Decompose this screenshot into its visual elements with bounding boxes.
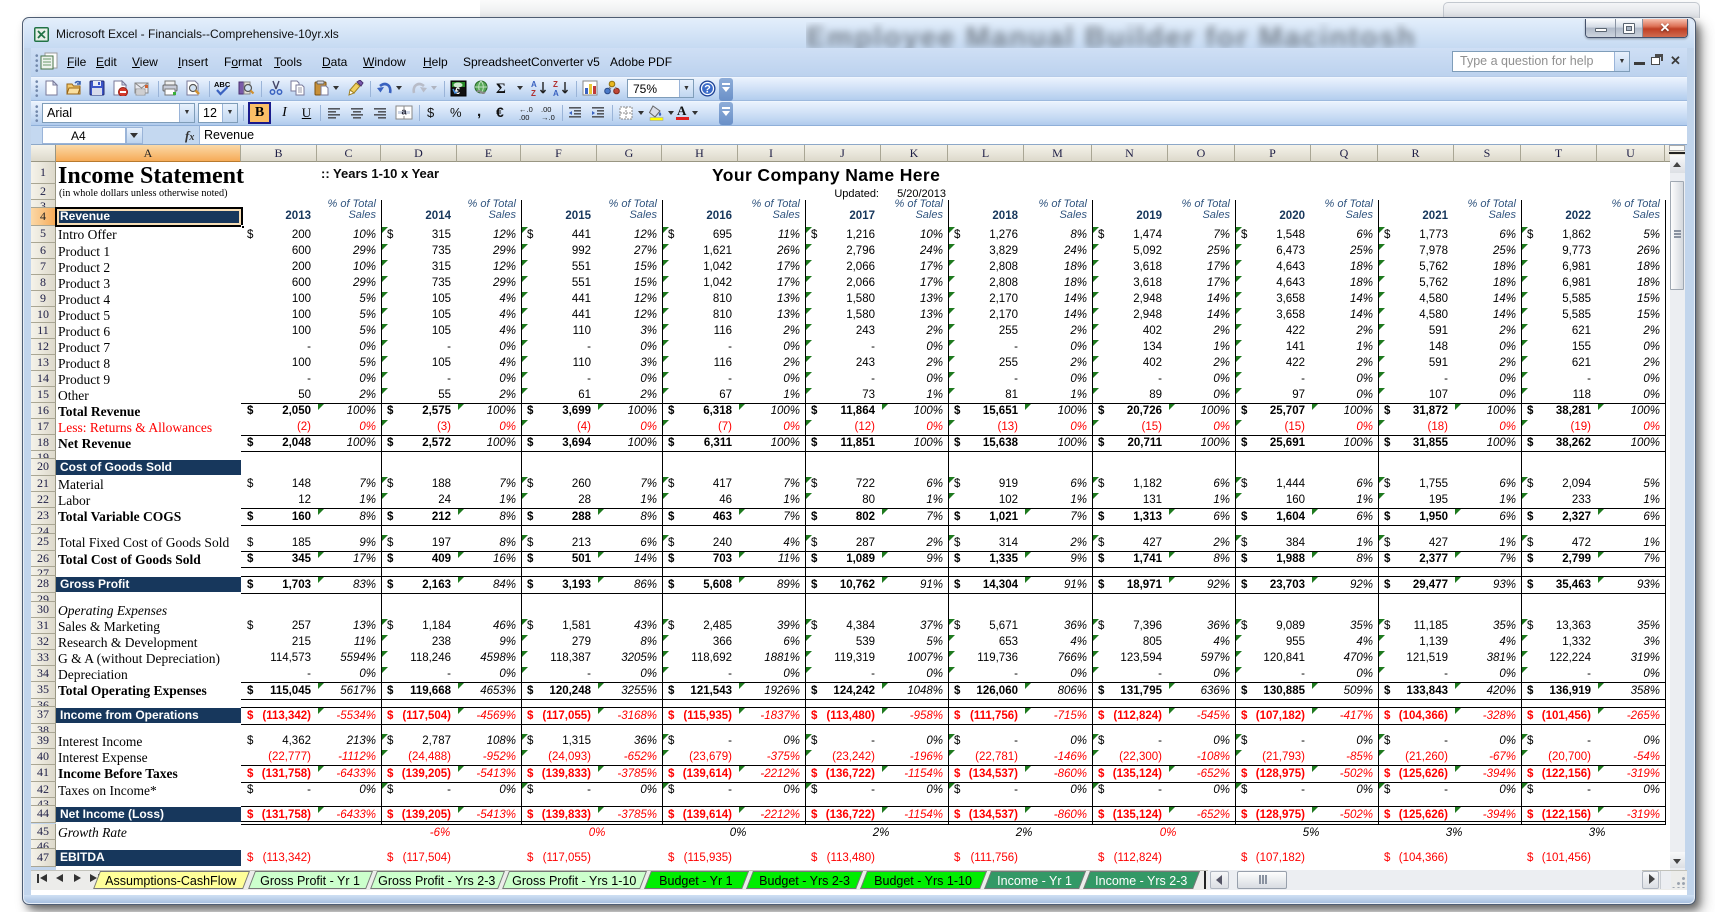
svg-text:?: ? <box>704 84 711 96</box>
svg-text:ABC: ABC <box>214 80 231 89</box>
svg-text:Z: Z <box>531 89 536 96</box>
svg-text:.00: .00 <box>519 113 529 121</box>
svg-text:€: € <box>455 86 460 96</box>
svg-text:A: A <box>553 89 559 96</box>
svg-text:Z: Z <box>553 80 558 89</box>
svg-text:A: A <box>531 80 537 89</box>
svg-text:→.0: →.0 <box>541 113 555 121</box>
